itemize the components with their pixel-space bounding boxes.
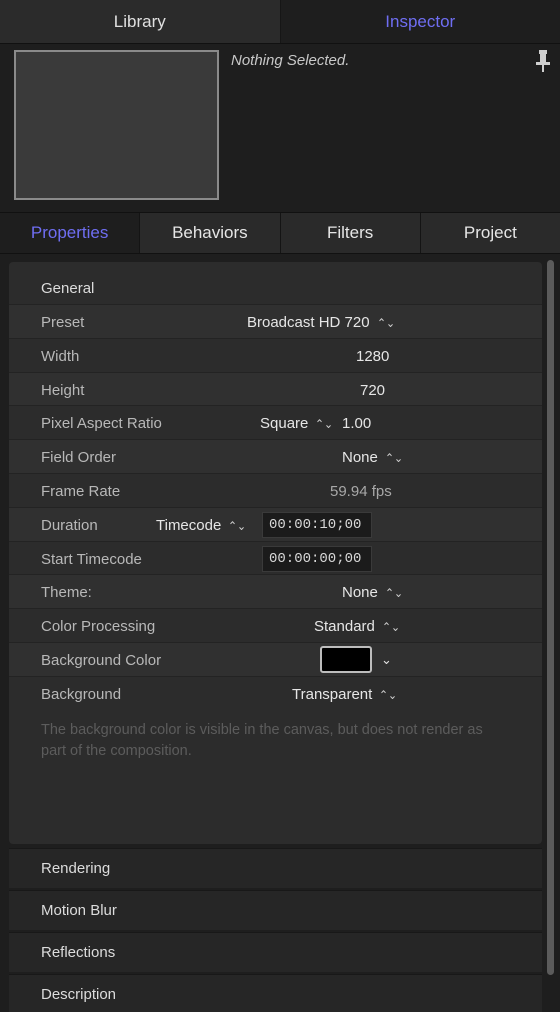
- theme-label: Theme:: [41, 584, 92, 602]
- section-description[interactable]: Description: [9, 974, 542, 1012]
- tab-project[interactable]: Project: [421, 213, 560, 253]
- top-tab-bar: Library Inspector: [0, 0, 560, 44]
- field-order-label: Field Order: [41, 449, 117, 467]
- general-rows: Preset Broadcast HD 720 ⌃⌄ Width 1280 Hei…: [9, 304, 542, 710]
- section-title-reflections: Reflections: [41, 944, 116, 961]
- color-processing-popup[interactable]: Standard ⌃⌄: [314, 618, 401, 635]
- preset-popup[interactable]: Broadcast HD 720 ⌃⌄: [247, 314, 396, 331]
- field-order-value: None: [342, 449, 378, 467]
- width-value[interactable]: 1280: [356, 348, 389, 365]
- background-value: Transparent: [292, 685, 373, 703]
- field-order-popup[interactable]: None ⌃⌄: [342, 449, 404, 466]
- theme-popup[interactable]: None ⌃⌄: [342, 584, 404, 601]
- selection-status: Nothing Selected.: [231, 52, 350, 69]
- start-timecode-label: Start Timecode: [41, 550, 142, 568]
- preview-area: Nothing Selected.: [0, 44, 560, 212]
- tab-properties[interactable]: Properties: [0, 213, 141, 253]
- row-background: Background Transparent ⌃⌄: [9, 675, 542, 710]
- theme-value: None: [342, 584, 378, 602]
- height-label: Height: [41, 381, 85, 399]
- row-field-order: Field Order None ⌃⌄: [9, 439, 542, 473]
- frame-rate-label: Frame Rate: [41, 482, 121, 500]
- row-preset: Preset Broadcast HD 720 ⌃⌄: [9, 304, 542, 338]
- row-pixel-aspect: Pixel Aspect Ratio Square ⌃⌄ 1.00: [9, 405, 542, 440]
- section-title-motion-blur: Motion Blur: [41, 902, 117, 919]
- inspector-content: General Preset Broadcast HD 720 ⌃⌄ Width …: [0, 254, 560, 1012]
- pixel-aspect-value[interactable]: 1.00: [342, 415, 371, 432]
- pin-icon[interactable]: [534, 48, 552, 74]
- row-duration: Duration Timecode ⌃⌄ 00:00:10;00: [9, 506, 542, 541]
- preview-thumbnail: [14, 50, 219, 200]
- preset-label: Preset: [41, 314, 85, 331]
- row-width: Width 1280: [9, 337, 542, 372]
- chevron-updown-icon: ⌃⌄: [379, 687, 398, 702]
- section-title-general[interactable]: General: [41, 280, 94, 297]
- chevron-updown-icon: ⌃⌄: [384, 586, 403, 601]
- background-color-label: Background Color: [41, 651, 162, 669]
- duration-label: Duration: [41, 516, 98, 534]
- row-background-color: Background Color ⌄: [9, 641, 542, 676]
- section-title-rendering: Rendering: [41, 860, 111, 877]
- row-theme: Theme: None ⌃⌄: [9, 574, 542, 609]
- pixel-aspect-popup[interactable]: Square ⌃⌄: [260, 415, 334, 432]
- vertical-scrollbar[interactable]: [547, 260, 554, 975]
- tab-filters[interactable]: Filters: [281, 213, 421, 253]
- color-processing-label: Color Processing: [41, 618, 156, 636]
- duration-format-popup[interactable]: Timecode ⌃⌄: [156, 517, 247, 534]
- chevron-updown-icon: ⌃⌄: [376, 316, 395, 330]
- background-note: The background color is visible in the c…: [41, 722, 483, 759]
- section-rendering[interactable]: Rendering: [9, 848, 542, 888]
- tab-inspector[interactable]: Inspector: [280, 0, 560, 43]
- tab-behaviors[interactable]: Behaviors: [140, 213, 281, 253]
- chevron-updown-icon: ⌃⌄: [384, 451, 403, 466]
- start-timecode-field[interactable]: 00:00:00;00: [262, 545, 372, 572]
- section-title-description: Description: [41, 986, 117, 1003]
- background-label: Background: [41, 685, 122, 703]
- inspector-tab-bar: Properties Behaviors Filters Project: [0, 212, 560, 254]
- frame-rate-value: 59.94 fps: [330, 482, 392, 500]
- row-height: Height 720: [9, 371, 542, 406]
- chevron-updown-icon: ⌃⌄: [315, 417, 334, 432]
- section-reflections[interactable]: Reflections: [9, 932, 542, 972]
- color-processing-value: Standard: [314, 618, 375, 636]
- section-motion-blur[interactable]: Motion Blur: [9, 890, 542, 930]
- width-label: Width: [41, 347, 80, 365]
- general-section: General Preset Broadcast HD 720 ⌃⌄ Width …: [9, 262, 542, 844]
- row-color-processing: Color Processing Standard ⌃⌄: [9, 608, 542, 642]
- preset-value: Broadcast HD 720: [247, 314, 370, 331]
- pixel-aspect-mode: Square: [260, 415, 309, 433]
- row-frame-rate: Frame Rate 59.94 fps: [9, 472, 542, 507]
- duration-field[interactable]: 00:00:10;00: [262, 511, 372, 538]
- chevron-updown-icon: ⌃⌄: [228, 518, 247, 533]
- chevron-down-icon[interactable]: ⌄: [381, 652, 392, 668]
- background-popup[interactable]: Transparent ⌃⌄: [292, 686, 398, 703]
- pixel-aspect-label: Pixel Aspect Ratio: [41, 415, 162, 433]
- duration-format-value: Timecode: [156, 516, 222, 534]
- height-value[interactable]: 720: [360, 382, 385, 399]
- background-color-swatch[interactable]: [320, 645, 372, 673]
- chevron-updown-icon: ⌃⌄: [381, 620, 400, 635]
- row-start-timecode: Start Timecode 00:00:00;00: [9, 540, 542, 575]
- tab-library[interactable]: Library: [0, 0, 281, 43]
